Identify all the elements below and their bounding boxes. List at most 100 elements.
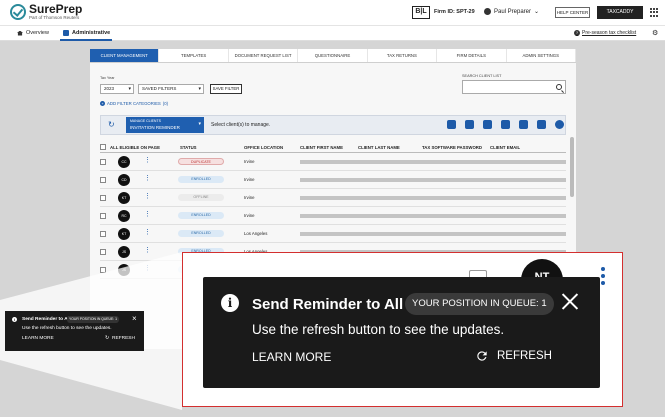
tab-firm-details[interactable]: FIRM DETAILS [437,49,507,62]
admin-icon [63,30,69,36]
col-all-eligible[interactable]: ALL ELIGIBLE ON PAGE [110,145,160,150]
logo-name: SurePrep [29,2,83,16]
learn-more-link[interactable]: LEARN MORE [252,350,331,364]
kebab-menu-icon[interactable]: ⋮ [144,193,151,201]
status-badge: DUPLICATE [178,158,224,165]
scrollbar[interactable] [570,137,574,197]
sureprep-logo[interactable]: SurePrep Part of Thomson Reuters [10,2,83,20]
plus-icon: + [100,101,105,106]
help-circle-icon[interactable] [555,120,564,129]
col-tax-password[interactable]: TAX SOFTWARE PASSWORD [422,145,482,150]
help-icon: ? [574,30,580,36]
checklist-label: Pre-season tax checklist [582,30,637,36]
table-row[interactable]: KT ⋮ ENROLLED Los Angeles [100,225,566,243]
nav-administrative-label: Administrative [72,30,111,36]
toolbar-icons [447,120,564,129]
status-badge: OFFLINE [178,194,224,201]
add-categories-label: ADD FILTER CATEGORIES [107,101,161,106]
row-checkbox[interactable] [100,267,106,273]
table-row[interactable]: CC ⋮ DUPLICATE Irvine [100,153,566,171]
search-input[interactable] [462,80,566,94]
tab-admin-settings[interactable]: ADMIN SETTINGS [507,49,576,62]
toast-small-learn-more[interactable]: LEARN MORE [22,336,54,341]
row-checkbox[interactable] [100,249,106,255]
table-row[interactable]: RC ⋮ ENROLLED Irvine [100,207,566,225]
office-location: Irvine [244,159,255,164]
col-office[interactable]: OFFICE LOCATION [244,145,283,150]
tab-tax-returns[interactable]: TAX RETURNS [368,49,438,62]
office-location: Irvine [244,195,255,200]
home-icon [17,30,23,36]
users-icon[interactable] [483,120,492,129]
row-checkbox[interactable] [100,177,106,183]
toast-small-title: Send Reminder to All [22,317,71,322]
tax-year-select[interactable]: 2023 [100,84,134,94]
kebab-menu-icon[interactable]: ⋮ [144,229,151,237]
row-checkbox[interactable] [100,159,106,165]
toast-small-refresh-button[interactable]: ↻ REFRESH [105,336,135,341]
client-avatar: CD [118,174,130,186]
toast-small-body: Use the refresh button to see the update… [22,326,112,331]
toast-body: Use the refresh button to see the update… [252,322,505,337]
grid-view-icon[interactable] [519,120,528,129]
firm-logo: B|L [412,6,430,19]
tab-document-request-list[interactable]: DOCUMENT REQUEST LIST [229,49,299,62]
row-checkbox[interactable] [100,231,106,237]
row-checkbox[interactable] [100,195,106,201]
search-icon[interactable] [556,84,562,90]
nav-overview[interactable]: Overview [17,30,49,36]
kebab-menu-icon[interactable]: ⋮ [144,157,151,165]
taxcaddy-button[interactable]: TAXCADDY [597,6,643,19]
add-filter-categories[interactable]: + ADD FILTER CATEGORIES (0) [100,101,168,106]
toast-small-queue: YOUR POSITION IN QUEUE: 1 [67,316,120,323]
user-menu[interactable]: Paul Preparer ⌄ [484,8,539,15]
reminder-toast-small: i Send Reminder to All YOUR POSITION IN … [5,311,144,351]
gear-icon[interactable]: ⚙ [652,30,658,37]
row-checkbox[interactable] [100,213,106,219]
col-status[interactable]: STATUS [180,145,197,150]
col-last-name[interactable]: CLIENT LAST NAME [358,145,400,150]
toast-small-refresh-label: REFRESH [112,336,135,341]
kebab-menu-icon[interactable]: ⋮ [144,211,151,219]
chevron-down-icon: ⌄ [534,9,540,15]
manage-clients-select[interactable]: MANAGE CLIENTS INVITATION REMINDER [126,117,204,133]
select-clients-message: Select client(s) to manage. [211,122,271,128]
apps-grid-icon[interactable] [650,8,659,17]
tab-client-management[interactable]: CLIENT MANAGEMENT [90,49,160,62]
redacted-row-data [300,178,566,182]
checklist-link[interactable]: ? Pre-season tax checklist [574,30,636,36]
refresh-icon[interactable]: ↻ [108,121,115,129]
close-icon[interactable]: × [132,315,137,323]
kebab-menu-icon[interactable]: ⋮ [144,175,151,183]
tab-templates[interactable]: TEMPLATES [159,49,229,62]
outlook-icon[interactable] [447,120,456,129]
col-email[interactable]: CLIENT EMAIL [490,145,520,150]
top-bar: SurePrep Part of Thomson Reuters B|L Fir… [0,0,665,26]
saved-filters-select[interactable]: SAVED FILTERS [138,84,204,94]
help-center-button[interactable]: HELP CENTER [555,7,590,18]
save-filter-button[interactable]: SAVE FILTER [210,84,242,94]
manage-clients-label: MANAGE CLIENTS [130,119,161,123]
kebab-menu-icon[interactable]: ⋮ [144,247,151,255]
add-user-icon[interactable] [501,120,510,129]
columns-icon[interactable] [465,120,474,129]
kebab-menu-icon[interactable] [601,267,605,288]
table-row[interactable]: KT ⋮ OFFLINE Irvine [100,189,566,207]
client-avatar: RC [118,210,130,222]
redacted-row-data [300,160,566,164]
kebab-menu-icon[interactable]: ⋮ [144,265,151,273]
table-row[interactable]: CD ⋮ ENROLLED Irvine [100,171,566,189]
select-all-checkbox[interactable] [100,144,106,150]
office-location: Irvine [244,177,255,182]
tab-questionnaire[interactable]: QUESTIONNAIRE [298,49,368,62]
nav-administrative[interactable]: Administrative [63,30,110,36]
redacted-row-data [300,214,566,218]
refresh-button[interactable]: REFRESH [475,349,552,363]
info-icon: i [12,317,17,322]
close-icon[interactable] [561,292,579,310]
user-icon [484,8,491,15]
client-avatar: JS [118,264,130,276]
add-categories-count: (0) [162,101,169,106]
col-first-name[interactable]: CLIENT FIRST NAME [300,145,343,150]
export-icon[interactable] [537,120,546,129]
